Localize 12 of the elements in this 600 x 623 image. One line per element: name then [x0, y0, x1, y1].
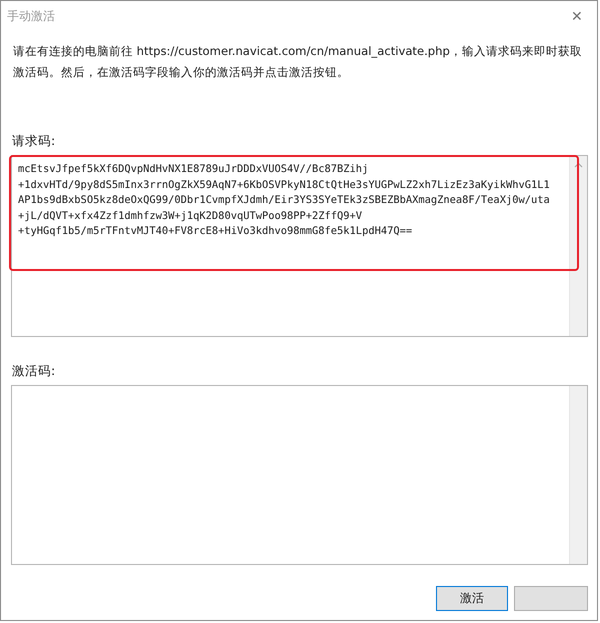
request-code-label: 请求码: [12, 133, 56, 150]
instruction-text: 请在有连接的电脑前往 https://customer.navicat.com/cn/manual_activate.php，输入请求码来即时获取激活码。然后，在激活码字段输入你的激活码并点击激活按钮。 [13, 43, 583, 81]
request-code-field[interactable]: mcEtsvJfpef5kXf6DQvpNdHvNX1E8789uJrDDDxVUOS4V//Bc87BZihj +1dxvHTd/9py8dS5mInx3rrnOgZkX59AqN7+6KbOSVPkyN18CtQtHe3sYUGPwLZ2xh7LizEz3aKyikWhvG1L1 AP1bs9dBxbSO5kz8deOxQG99/0Dbr1CvmpfXJdmh/Eir3YS3SYeTEk3zSBEZBbAXmagZnea8F/TeaXj0w/uta +jL/dQVT+xfx4Zzf1dmhfzw3W+j1qK2D80vqUTwPoo98PP+2ZffQ9+V +tyHGqf1b5/m5rTFntvMJT40+FV8rcE8+HiVo3kdhvo98mmG8fe5k1LpdH47Q== [11, 155, 588, 337]
scrollbar[interactable] [569, 156, 587, 336]
activation-code-label: 激活码: [12, 363, 56, 380]
activation-code-field[interactable] [11, 385, 588, 565]
cancel-button[interactable] [514, 586, 588, 611]
activate-button[interactable]: 激活 [436, 586, 508, 611]
scroll-up-icon[interactable] [574, 162, 583, 168]
close-button[interactable]: ✕ [557, 1, 597, 31]
scrollbar[interactable] [569, 386, 587, 564]
window-title: 手动激活 [7, 8, 55, 24]
